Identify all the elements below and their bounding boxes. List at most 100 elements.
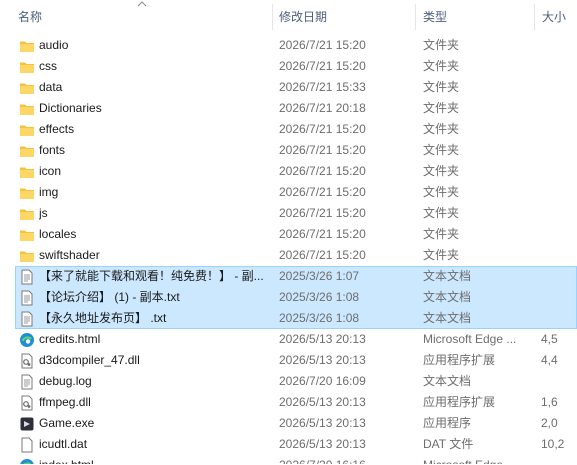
file-size <box>541 287 577 308</box>
file-size <box>541 455 577 464</box>
file-size <box>541 98 577 119</box>
file-size <box>541 182 577 203</box>
folder-icon <box>20 188 34 199</box>
file-row[interactable]: effects 2026/7/21 15:20 文件夹 <box>0 119 577 140</box>
file-type: 文件夹 <box>423 248 460 262</box>
file-row[interactable]: d3dcompiler_47.dll 2026/5/13 20:13 应用程序扩展 4… <box>0 350 577 371</box>
file-date: 2026/5/13 20:13 <box>279 416 366 430</box>
game-exe-icon <box>20 417 34 431</box>
file-name: effects <box>39 122 75 136</box>
file-name: 【来了就能下载和观看！纯免费！】 - 副... <box>39 269 264 283</box>
file-size <box>541 56 577 77</box>
file-date: 2026/7/21 15:20 <box>279 227 366 241</box>
edge-icon <box>20 333 34 347</box>
file-size: 2,0 <box>541 416 558 430</box>
folder-icon <box>20 125 34 136</box>
folder-icon <box>20 41 34 52</box>
file-date: 2026/7/21 15:20 <box>279 38 366 52</box>
file-size <box>541 77 577 98</box>
file-size <box>541 161 577 182</box>
file-type: 文件夹 <box>423 206 460 220</box>
file-type: 文件夹 <box>423 59 460 73</box>
file-row[interactable]: index.html 2026/7/20 16:16 Microsoft Edge … <box>0 455 577 464</box>
folder-icon <box>20 146 34 157</box>
folder-icon <box>20 62 34 73</box>
file-row[interactable]: Game.exe 2026/5/13 20:13 应用程序 2,0 <box>0 413 577 434</box>
file-name: debug.log <box>39 374 92 388</box>
file-row[interactable]: 【来了就能下载和观看！纯免费！】 - 副... 2025/3/26 1:07 文本文… <box>15 266 577 287</box>
file-date: 2026/5/13 20:13 <box>279 437 366 451</box>
column-header-name[interactable]: 名称 <box>18 0 268 34</box>
file-type: 文件夹 <box>423 164 460 178</box>
file-date: 2026/7/21 15:20 <box>279 59 366 73</box>
file-date: 2026/5/13 20:13 <box>279 332 366 346</box>
file-row[interactable]: 【永久地址发布页】 .txt 2025/3/26 1:08 文本文档 <box>15 308 577 329</box>
file-row[interactable]: locales 2026/7/21 15:20 文件夹 <box>0 224 577 245</box>
file-row[interactable]: img 2026/7/21 15:20 文件夹 <box>0 182 577 203</box>
file-size <box>541 245 577 266</box>
edge-icon <box>20 459 34 464</box>
column-divider[interactable] <box>415 4 416 30</box>
folder-icon <box>20 209 34 220</box>
file-row[interactable]: data 2026/7/21 15:33 文件夹 <box>0 77 577 98</box>
file-row[interactable]: credits.html 2026/5/13 20:13 Microsoft Edg… <box>0 329 577 350</box>
dll-file-icon <box>21 395 33 411</box>
file-row[interactable]: icudtl.dat 2026/5/13 20:13 DAT 文件 10,2 <box>0 434 577 455</box>
file-date: 2026/7/21 15:20 <box>279 164 366 178</box>
file-type: 应用程序扩展 <box>423 395 496 409</box>
file-row[interactable]: css 2026/7/21 15:20 文件夹 <box>0 56 577 77</box>
file-name: css <box>39 59 57 73</box>
file-name: swiftshader <box>39 248 100 262</box>
file-row[interactable]: audio 2026/7/21 15:20 文件夹 <box>0 35 577 56</box>
file-date: 2026/7/21 15:33 <box>279 80 366 94</box>
file-row[interactable]: fonts 2026/7/21 15:20 文件夹 <box>0 140 577 161</box>
file-type: Microsoft Edge ... <box>423 332 517 346</box>
file-type: 文件夹 <box>423 38 460 52</box>
file-name: d3dcompiler_47.dll <box>39 353 140 367</box>
file-date: 2026/7/20 16:09 <box>279 374 366 388</box>
file-name: locales <box>39 227 77 241</box>
file-type: 文件夹 <box>423 185 460 199</box>
file-size: 10,2 <box>541 437 565 451</box>
folder-icon <box>20 251 34 262</box>
text-file-icon <box>21 290 33 306</box>
file-size <box>541 266 577 287</box>
file-size <box>541 140 577 161</box>
column-header-type[interactable]: 类型 <box>423 0 533 34</box>
file-name: 【论坛介绍】 (1) - 副本.txt <box>39 290 180 304</box>
file-type: 应用程序 <box>423 416 472 430</box>
file-row[interactable]: js 2026/7/21 15:20 文件夹 <box>0 203 577 224</box>
column-divider[interactable] <box>272 4 273 30</box>
dll-file-icon <box>21 353 33 369</box>
file-row[interactable]: debug.log 2026/7/20 16:09 文本文档 <box>0 371 577 392</box>
file-date: 2026/7/21 15:20 <box>279 122 366 136</box>
column-header-bar: 名称 修改日期 类型 大小 <box>0 0 577 34</box>
column-header-date[interactable]: 修改日期 <box>279 0 409 34</box>
file-row[interactable]: Dictionaries 2026/7/21 20:18 文件夹 <box>0 98 577 119</box>
file-type: Microsoft Edge ... <box>423 455 533 464</box>
file-size: 4,5 <box>541 332 558 346</box>
file-date: 2025/3/26 1:08 <box>279 311 360 325</box>
column-divider[interactable] <box>534 4 535 30</box>
file-name: data <box>39 80 63 94</box>
file-size <box>541 224 577 245</box>
file-row[interactable]: swiftshader 2026/7/21 15:20 文件夹 <box>0 245 577 266</box>
file-date: 2026/7/21 20:18 <box>279 101 366 115</box>
file-row[interactable]: 【论坛介绍】 (1) - 副本.txt 2025/3/26 1:08 文本文档 <box>15 287 577 308</box>
file-type: 文件夹 <box>423 227 460 241</box>
file-row[interactable]: ffmpeg.dll 2026/5/13 20:13 应用程序扩展 1,6 <box>0 392 577 413</box>
file-size <box>541 308 577 329</box>
file-type: DAT 文件 <box>423 437 474 451</box>
file-date: 2026/7/21 15:20 <box>279 248 366 262</box>
folder-icon <box>20 230 34 241</box>
text-file-icon <box>21 311 33 327</box>
folder-icon <box>20 83 34 94</box>
file-date: 2026/7/21 15:20 <box>279 206 366 220</box>
file-name: credits.html <box>39 332 101 346</box>
column-header-size[interactable]: 大小 <box>542 0 577 34</box>
text-file-icon <box>21 269 33 285</box>
file-date: 2026/7/21 15:20 <box>279 143 366 157</box>
file-date: 2026/7/21 15:20 <box>279 185 366 199</box>
file-size <box>541 203 577 224</box>
file-row[interactable]: icon 2026/7/21 15:20 文件夹 <box>0 161 577 182</box>
